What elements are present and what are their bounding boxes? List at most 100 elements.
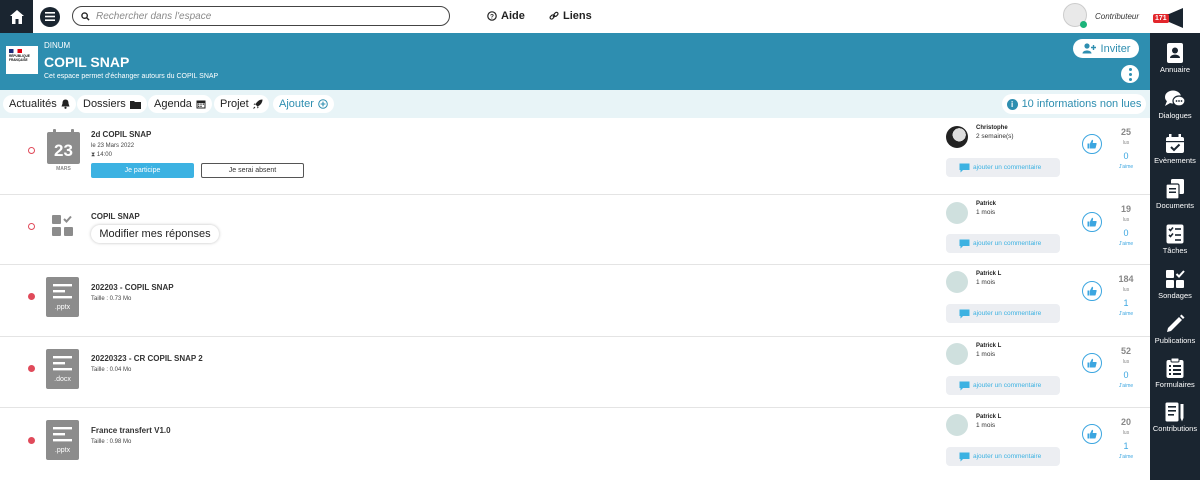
sidebar-item-publications[interactable]: Publications bbox=[1150, 314, 1200, 345]
view-count: 184 bbox=[1118, 274, 1134, 284]
add-comment-label: ajouter un commentaire bbox=[973, 453, 1042, 460]
tab-projet[interactable]: Projet bbox=[214, 95, 269, 113]
comment-icon bbox=[959, 381, 970, 390]
author-avatar[interactable] bbox=[946, 414, 968, 436]
file-extension: .pptx bbox=[54, 447, 71, 454]
feed-item-document: .pptx France transfert V1.0 Taille : 0.9… bbox=[0, 408, 1150, 480]
author-name[interactable]: Patrick L bbox=[976, 271, 1001, 277]
tab-projet-label: Projet bbox=[220, 98, 249, 110]
like-count-label: J'aime bbox=[1118, 241, 1134, 247]
absent-button[interactable]: Je serai absent bbox=[201, 163, 304, 178]
search-input[interactable] bbox=[96, 10, 426, 22]
tab-agenda[interactable]: Agenda bbox=[148, 95, 212, 113]
space-tabs: Actualités Dossiers Agenda Projet Ajoute… bbox=[0, 90, 1150, 118]
sidebar-item-documents[interactable]: Documents bbox=[1150, 179, 1200, 210]
sidebar-item-dialogues[interactable]: Dialogues bbox=[1150, 89, 1200, 120]
links-link[interactable]: Liens bbox=[549, 10, 592, 22]
add-comment-label: ajouter un commentaire bbox=[973, 310, 1042, 317]
like-count-label: J'aime bbox=[1118, 383, 1134, 389]
tab-actualites[interactable]: Actualités bbox=[3, 95, 76, 113]
add-comment-button[interactable]: ajouter un commentaire bbox=[946, 376, 1060, 395]
thumbs-up-icon bbox=[1087, 217, 1097, 227]
tab-ajouter[interactable]: Ajouter bbox=[273, 95, 334, 113]
help-icon: ? bbox=[487, 11, 497, 21]
sidebar-item-sondages[interactable]: Sondages bbox=[1150, 269, 1200, 300]
sidebar-item-formulaires[interactable]: Formulaires bbox=[1150, 358, 1200, 389]
links-label: Liens bbox=[563, 10, 592, 22]
author-name[interactable]: Christophe bbox=[976, 125, 1008, 131]
author-name[interactable]: Patrick bbox=[976, 201, 996, 207]
file-icon bbox=[46, 349, 79, 389]
more-options-button[interactable] bbox=[1121, 65, 1139, 83]
author-avatar[interactable] bbox=[946, 343, 968, 365]
post-age: 1 mois bbox=[976, 279, 996, 286]
author-avatar[interactable] bbox=[946, 126, 968, 148]
help-link[interactable]: ? Aide bbox=[487, 10, 525, 22]
sidebar-item-label: Evènements bbox=[1154, 156, 1196, 165]
comment-icon bbox=[959, 239, 970, 248]
add-comment-button[interactable]: ajouter un commentaire bbox=[946, 304, 1060, 323]
page-title: COPIL SNAP bbox=[44, 54, 130, 70]
contributions-icon bbox=[1165, 402, 1184, 422]
tab-dossiers-label: Dossiers bbox=[83, 98, 126, 110]
thumbs-up-icon bbox=[1087, 286, 1097, 296]
add-comment-button[interactable]: ajouter un commentaire bbox=[946, 447, 1060, 466]
unread-status-dot bbox=[28, 223, 35, 230]
unread-status-dot bbox=[28, 437, 35, 444]
author-name[interactable]: Patrick L bbox=[976, 343, 1001, 349]
info-icon: i bbox=[1006, 98, 1018, 110]
like-button[interactable] bbox=[1082, 212, 1102, 232]
like-button[interactable] bbox=[1082, 353, 1102, 373]
search-box bbox=[72, 6, 450, 26]
home-icon bbox=[9, 9, 24, 24]
view-count-label: lus bbox=[1122, 359, 1130, 365]
tab-actualites-label: Actualités bbox=[9, 98, 57, 110]
document-title[interactable]: 20220323 - CR COPIL SNAP 2 bbox=[91, 354, 203, 363]
author-name[interactable]: Patrick L bbox=[976, 414, 1001, 420]
menu-button[interactable] bbox=[40, 6, 60, 27]
view-count: 19 bbox=[1120, 204, 1131, 214]
feed-item-event: 23 MARS 2d COPIL SNAP le 23 Mars 2022 ⧗ … bbox=[0, 118, 1150, 195]
post-age: 1 mois bbox=[976, 351, 996, 358]
document-title[interactable]: 202203 - COPIL SNAP bbox=[91, 283, 174, 292]
documents-icon bbox=[1165, 179, 1184, 199]
unread-status-dot bbox=[28, 147, 35, 154]
author-avatar[interactable] bbox=[946, 271, 968, 293]
plus-circle-icon bbox=[318, 99, 328, 109]
like-button[interactable] bbox=[1082, 281, 1102, 301]
view-count-label: lus bbox=[1122, 140, 1130, 146]
home-button[interactable] bbox=[0, 0, 33, 33]
author-avatar[interactable] bbox=[946, 202, 968, 224]
sidebar-item-evenements[interactable]: Evènements bbox=[1150, 134, 1200, 165]
like-count: 1 bbox=[1123, 298, 1129, 308]
view-count-label: lus bbox=[1122, 287, 1130, 293]
add-comment-button[interactable]: ajouter un commentaire bbox=[946, 234, 1060, 253]
help-label: Aide bbox=[501, 10, 525, 22]
hamburger-icon bbox=[45, 12, 55, 21]
event-time: 14:00 bbox=[96, 152, 112, 158]
edit-answers-button[interactable]: Modifier mes réponses bbox=[91, 225, 219, 243]
tab-dossiers[interactable]: Dossiers bbox=[77, 95, 147, 113]
view-count: 25 bbox=[1120, 127, 1131, 137]
poll-icon bbox=[1166, 270, 1185, 288]
like-button[interactable] bbox=[1082, 134, 1102, 154]
sidebar-item-taches[interactable]: Tâches bbox=[1150, 224, 1200, 255]
space-header: RÉPUBLIQUE FRANÇAISE DINUM COPIL SNAP Ce… bbox=[0, 33, 1150, 90]
unread-info-button[interactable]: i 10 informations non lues bbox=[1002, 94, 1146, 114]
sidebar-item-contributions[interactable]: Contributions bbox=[1150, 402, 1200, 433]
sidebar-item-annuaire[interactable]: Annuaire bbox=[1150, 43, 1200, 74]
add-comment-label: ajouter un commentaire bbox=[973, 382, 1042, 389]
calendar-icon bbox=[196, 100, 206, 109]
invite-button[interactable]: Inviter bbox=[1073, 39, 1139, 58]
like-button[interactable] bbox=[1082, 424, 1102, 444]
sidebar-item-label: Sondages bbox=[1158, 291, 1192, 300]
sidebar-item-label: Publications bbox=[1154, 336, 1196, 345]
logo-text: RÉPUBLIQUE FRANÇAISE bbox=[9, 54, 30, 62]
survey-title[interactable]: COPIL SNAP bbox=[91, 212, 140, 221]
add-comment-button[interactable]: ajouter un commentaire bbox=[946, 158, 1060, 177]
event-title[interactable]: 2d COPIL SNAP bbox=[91, 130, 151, 139]
tab-agenda-label: Agenda bbox=[154, 98, 192, 110]
participate-button[interactable]: Je participe bbox=[91, 163, 194, 178]
document-title[interactable]: France transfert V1.0 bbox=[91, 426, 171, 435]
tools-sidebar: Annuaire Dialogues Evènements Documents … bbox=[1150, 33, 1200, 480]
